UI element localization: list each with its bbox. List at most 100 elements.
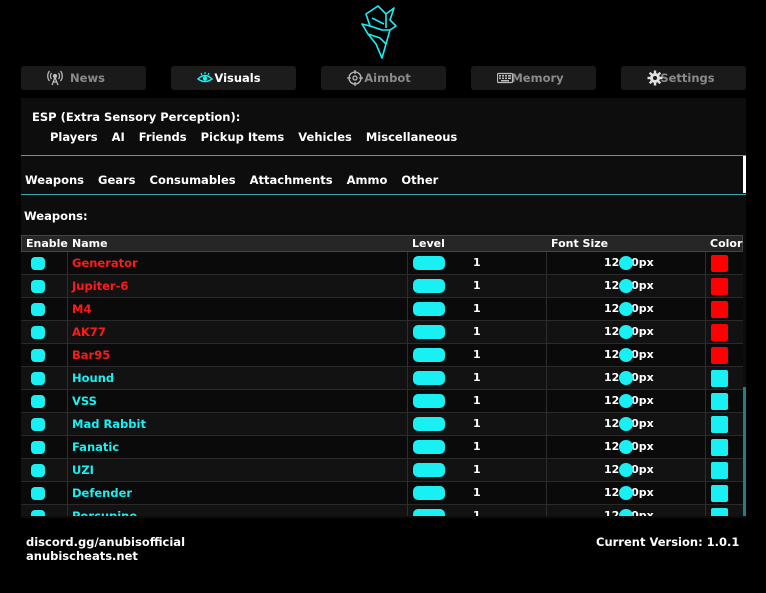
font-size-slider-knob[interactable]	[619, 302, 633, 316]
font-size-slider-knob[interactable]	[619, 394, 633, 408]
font-size-slider-knob[interactable]	[619, 256, 633, 270]
divider	[21, 155, 746, 156]
level-value: 1	[473, 440, 481, 453]
category-attachments[interactable]: Attachments	[250, 173, 333, 187]
table-row: Hound112.00px	[21, 367, 743, 390]
weapon-name: Mad Rabbit	[72, 417, 146, 431]
color-swatch[interactable]	[711, 278, 728, 295]
category-ammo[interactable]: Ammo	[347, 173, 388, 187]
esp-title: ESP (Extra Sensory Perception):	[32, 110, 241, 124]
subtab-friends[interactable]: Friends	[139, 130, 187, 144]
font-size-slider-knob[interactable]	[619, 486, 633, 500]
enable-checkbox[interactable]	[31, 464, 45, 477]
weapon-name: Jupiter-6	[72, 279, 129, 293]
color-swatch[interactable]	[711, 439, 728, 456]
level-slider[interactable]	[413, 325, 445, 339]
font-size-slider-knob[interactable]	[619, 348, 633, 362]
level-slider[interactable]	[413, 509, 445, 516]
enable-checkbox[interactable]	[31, 349, 45, 362]
cell-divider	[546, 459, 547, 482]
subtab-ai[interactable]: AI	[112, 130, 125, 144]
category-other[interactable]: Other	[401, 173, 438, 187]
discord-link[interactable]: discord.gg/anubisofficial	[26, 535, 185, 549]
font-size-slider-knob[interactable]	[619, 463, 633, 477]
color-swatch[interactable]	[711, 347, 728, 364]
tab-memory[interactable]: Memory	[471, 66, 596, 90]
weapon-name: Fanatic	[72, 440, 120, 454]
cell-divider	[407, 321, 408, 344]
enable-checkbox[interactable]	[31, 303, 45, 316]
header-enable: Enable	[26, 237, 68, 250]
level-slider[interactable]	[413, 256, 445, 270]
tab-settings[interactable]: Settings	[621, 66, 746, 90]
cell-divider	[546, 252, 547, 275]
header-color: Color	[710, 237, 743, 250]
cell-divider	[407, 344, 408, 367]
enable-checkbox[interactable]	[31, 395, 45, 408]
level-slider[interactable]	[413, 486, 445, 500]
level-slider[interactable]	[413, 394, 445, 408]
cell-divider	[67, 436, 68, 459]
color-swatch[interactable]	[711, 393, 728, 410]
subtab-miscellaneous[interactable]: Miscellaneous	[366, 130, 457, 144]
tab-visuals[interactable]: Visuals	[171, 66, 296, 90]
cell-divider	[546, 344, 547, 367]
color-swatch[interactable]	[711, 462, 728, 479]
level-value: 1	[473, 256, 481, 269]
level-slider[interactable]	[413, 440, 445, 454]
category-weapons[interactable]: Weapons	[25, 173, 84, 187]
cell-divider	[705, 482, 706, 505]
crosshair-icon	[347, 70, 363, 86]
enable-checkbox[interactable]	[31, 441, 45, 454]
cell-divider	[67, 298, 68, 321]
font-size-slider-knob[interactable]	[619, 279, 633, 293]
table-row: VSS112.00px	[21, 390, 743, 413]
subtab-vehicles[interactable]: Vehicles	[298, 130, 352, 144]
color-swatch[interactable]	[711, 485, 728, 502]
tab-news[interactable]: News	[21, 66, 146, 90]
enable-checkbox[interactable]	[31, 280, 45, 293]
website-link[interactable]: anubischeats.net	[26, 549, 185, 563]
level-slider[interactable]	[413, 348, 445, 362]
keyboard-icon	[497, 72, 513, 84]
weapon-name: Defender	[72, 486, 133, 500]
cell-divider	[705, 367, 706, 390]
cell-divider	[67, 321, 68, 344]
enable-checkbox[interactable]	[31, 510, 45, 516]
color-swatch[interactable]	[711, 370, 728, 387]
cell-divider	[546, 436, 547, 459]
level-slider[interactable]	[413, 302, 445, 316]
anubis-logo	[361, 5, 397, 59]
level-slider[interactable]	[413, 417, 445, 431]
category-gears[interactable]: Gears	[98, 173, 136, 187]
category-consumables[interactable]: Consumables	[150, 173, 236, 187]
color-swatch[interactable]	[711, 255, 728, 272]
enable-checkbox[interactable]	[31, 372, 45, 385]
enable-checkbox[interactable]	[31, 418, 45, 431]
level-slider[interactable]	[413, 279, 445, 293]
color-swatch[interactable]	[711, 301, 728, 318]
tab-label: Aimbot	[364, 71, 411, 85]
scrollbar[interactable]	[743, 387, 746, 516]
cell-divider	[67, 344, 68, 367]
font-size-slider-knob[interactable]	[619, 417, 633, 431]
level-slider[interactable]	[413, 463, 445, 477]
color-swatch[interactable]	[711, 508, 728, 516]
font-size-slider-knob[interactable]	[619, 509, 633, 516]
tab-aimbot[interactable]: Aimbot	[321, 66, 446, 90]
enable-checkbox[interactable]	[31, 487, 45, 500]
color-swatch[interactable]	[711, 416, 728, 433]
subtab-players[interactable]: Players	[50, 130, 98, 144]
enable-checkbox[interactable]	[31, 257, 45, 270]
level-slider[interactable]	[413, 371, 445, 385]
font-size-slider-knob[interactable]	[619, 371, 633, 385]
divider	[21, 194, 746, 195]
subtab-pickup-items[interactable]: Pickup Items	[201, 130, 285, 144]
font-size-slider-knob[interactable]	[619, 440, 633, 454]
cell-divider	[705, 413, 706, 436]
tab-label: News	[70, 71, 105, 85]
font-size-slider-knob[interactable]	[619, 325, 633, 339]
level-value: 1	[473, 279, 481, 292]
color-swatch[interactable]	[711, 324, 728, 341]
enable-checkbox[interactable]	[31, 326, 45, 339]
